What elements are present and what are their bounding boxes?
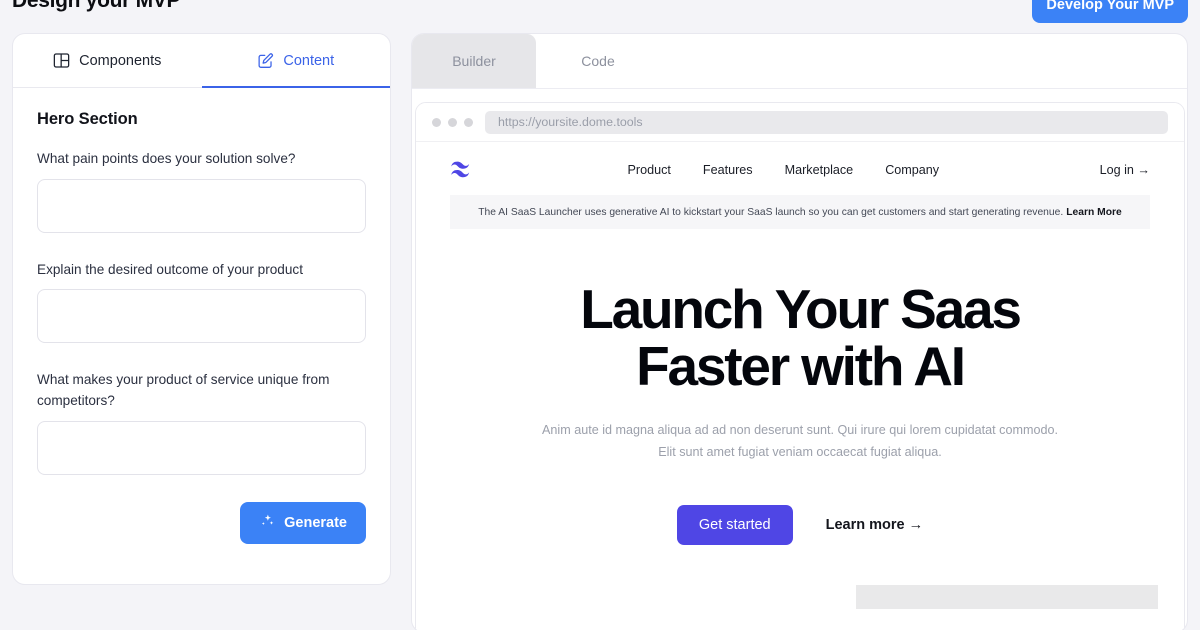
field-desired-outcome: Explain the desired outcome of your prod… bbox=[37, 260, 366, 349]
hero-subtext: Anim aute id magna aliqua ad ad non dese… bbox=[540, 419, 1060, 463]
generate-label: Generate bbox=[284, 514, 347, 531]
nav-link-features[interactable]: Features bbox=[703, 163, 753, 177]
pain-points-input[interactable] bbox=[37, 178, 366, 233]
hero-cta-row: Get started Learn more → bbox=[416, 505, 1184, 545]
site-navbar: Product Features Marketplace Company Log… bbox=[416, 142, 1184, 195]
arrow-right-icon: → bbox=[1137, 162, 1150, 177]
content-placeholder-block bbox=[856, 585, 1158, 609]
unique-value-input[interactable] bbox=[37, 420, 366, 475]
get-started-button[interactable]: Get started bbox=[676, 505, 793, 545]
hero-section: Launch Your Saas Faster with AI Anim aut… bbox=[416, 229, 1184, 545]
nav-link-product[interactable]: Product bbox=[627, 163, 670, 177]
sparkles-icon bbox=[259, 513, 275, 533]
hero-subtext-line1: Anim aute id magna aliqua ad ad non dese… bbox=[542, 423, 1058, 437]
site-nav-links: Product Features Marketplace Company bbox=[467, 163, 1100, 177]
tab-content[interactable]: Content bbox=[201, 34, 391, 88]
generate-button[interactable]: Generate bbox=[240, 501, 366, 544]
field-label: Explain the desired outcome of your prod… bbox=[37, 261, 303, 277]
tab-code[interactable]: Code bbox=[536, 34, 660, 88]
generate-row: Generate bbox=[37, 501, 366, 544]
url-bar[interactable]: https://yoursite.dome.tools bbox=[485, 110, 1168, 134]
layout-panels-icon bbox=[53, 52, 70, 69]
tab-content-label: Content bbox=[283, 52, 335, 69]
hero-subtext-line2: Elit sunt amet fugiat veniam occaecat fu… bbox=[658, 445, 942, 459]
tab-components[interactable]: Components bbox=[13, 34, 202, 87]
site-preview: Product Features Marketplace Company Log… bbox=[416, 142, 1184, 630]
field-label: What pain points does your solution solv… bbox=[37, 151, 296, 166]
banner-learn-more-link[interactable]: Learn More bbox=[1066, 207, 1122, 218]
pencil-square-icon bbox=[257, 52, 274, 69]
tab-components-label: Components bbox=[79, 52, 162, 69]
nav-link-marketplace[interactable]: Marketplace bbox=[785, 163, 854, 177]
browser-chrome-bar: https://yoursite.dome.tools bbox=[416, 103, 1184, 142]
preview-mode-tabs: Builder Code bbox=[412, 34, 1187, 89]
announcement-banner: The AI SaaS Launcher uses generative AI … bbox=[450, 195, 1150, 229]
banner-text: The AI SaaS Launcher uses generative AI … bbox=[478, 206, 1064, 218]
browser-preview-frame: https://yoursite.dome.tools Product Feat… bbox=[415, 102, 1185, 630]
section-title: Hero Section bbox=[37, 110, 138, 128]
traffic-light-dots bbox=[432, 117, 473, 127]
preview-panel: Builder Code https://yoursite.dome.tools bbox=[411, 33, 1188, 630]
field-pain-points: What pain points does your solution solv… bbox=[37, 149, 366, 238]
app-root: Design your MVP Develop Your MVP Compone… bbox=[0, 0, 1200, 630]
login-label: Log in bbox=[1099, 162, 1134, 177]
editor-panel: Components Content Hero Section What pai… bbox=[12, 33, 391, 585]
hero-headline-line2: Faster with AI bbox=[636, 335, 966, 397]
close-dot-icon bbox=[432, 117, 441, 127]
login-link[interactable]: Log in → bbox=[1100, 163, 1150, 177]
content-form: Hero Section What pain points does your … bbox=[13, 88, 390, 544]
minimize-dot-icon bbox=[448, 117, 457, 127]
page-title: Design your MVP bbox=[12, 0, 181, 12]
hero-headline: Launch Your Saas Faster with AI bbox=[416, 281, 1184, 395]
field-unique-value: What makes your product of service uniqu… bbox=[37, 370, 366, 479]
develop-your-mvp-button[interactable]: Develop Your MVP bbox=[1032, 0, 1188, 23]
tab-builder[interactable]: Builder bbox=[412, 34, 536, 88]
hero-headline-line1: Launch Your Saas bbox=[580, 278, 1022, 340]
desired-outcome-input[interactable] bbox=[37, 289, 366, 344]
nav-link-company[interactable]: Company bbox=[885, 163, 939, 177]
field-label: What makes your product of service uniqu… bbox=[37, 372, 330, 408]
maximize-dot-icon bbox=[464, 117, 473, 127]
editor-tab-bar: Components Content bbox=[13, 34, 390, 88]
learn-more-link[interactable]: Learn more → bbox=[826, 517, 924, 533]
